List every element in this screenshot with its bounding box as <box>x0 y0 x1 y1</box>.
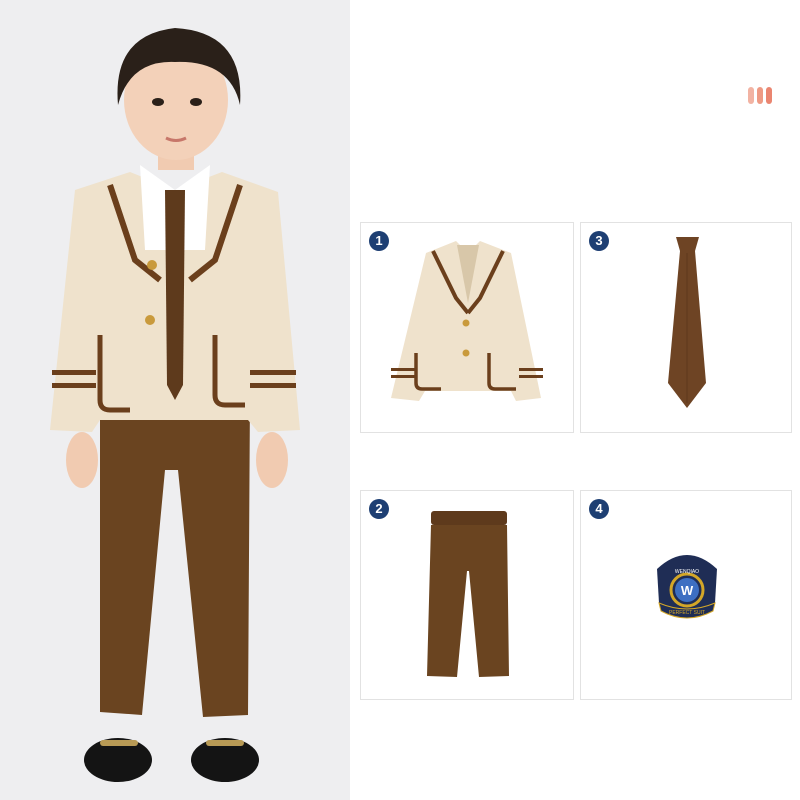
item-card-tie: 3 <box>580 222 792 433</box>
item-number-badge: 1 <box>369 231 389 251</box>
emblem-top-text: WENQIAO <box>675 569 699 575</box>
emblem-letter: W <box>681 583 694 598</box>
model-photo <box>0 0 350 800</box>
item-number-badge: 2 <box>369 499 389 519</box>
item-card-blazer: 1 <box>360 222 574 433</box>
tie-image <box>668 237 706 408</box>
blazer-image <box>391 241 543 401</box>
accent-bar <box>757 87 763 104</box>
pants-image <box>427 511 509 677</box>
item-number-badge: 3 <box>589 231 609 251</box>
accent-bar <box>748 87 754 104</box>
emblem-image: W WENQIAO PERFECT SUIT <box>657 555 717 619</box>
accent-bar <box>766 87 772 104</box>
item-number-badge: 4 <box>589 499 609 519</box>
item-card-pants: 2 <box>360 490 574 700</box>
emblem-ribbon-text: PERFECT SUIT <box>669 610 705 616</box>
accent-bars <box>748 87 772 104</box>
item-card-badge: W WENQIAO PERFECT SUIT 4 <box>580 490 792 700</box>
